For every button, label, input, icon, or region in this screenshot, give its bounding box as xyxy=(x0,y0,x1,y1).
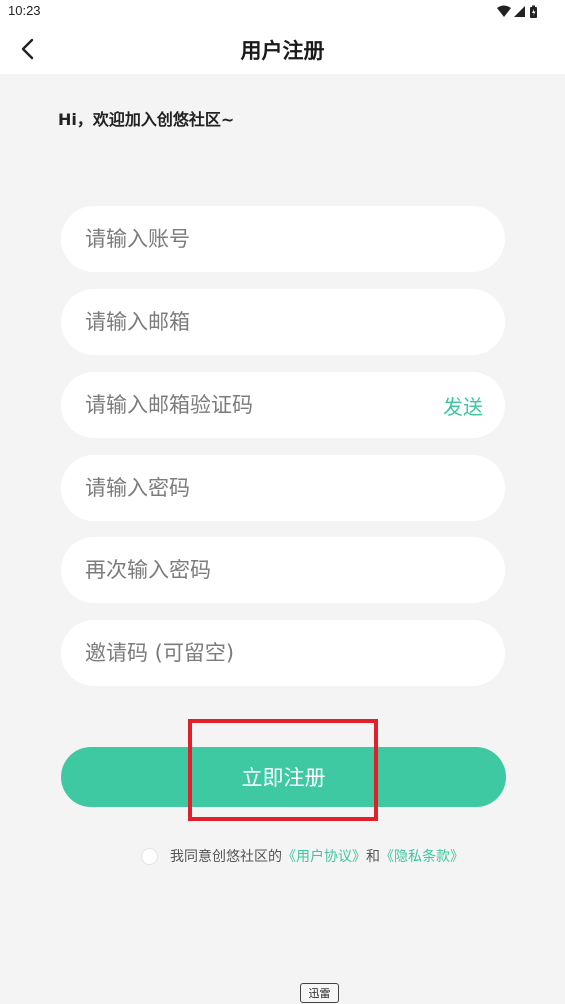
agreement-row: 我同意创悠社区的 《用户协议》 和 《隐私条款》 xyxy=(141,845,464,867)
status-time: 10:23 xyxy=(8,3,41,18)
welcome-text: Hi，欢迎加入创悠社区~ xyxy=(58,110,235,129)
confirm-password-field xyxy=(61,537,505,603)
confirm-password-input[interactable] xyxy=(85,537,425,603)
status-icons xyxy=(497,5,541,19)
invite-code-field xyxy=(61,620,505,686)
register-button[interactable]: 立即注册 xyxy=(61,747,506,807)
agree-checkbox[interactable] xyxy=(141,847,158,865)
page-title: 用户注册 xyxy=(240,39,325,63)
app-header: 用户注册 xyxy=(0,24,565,74)
register-screen: 10:23 用户注册 Hi，欢迎加入创悠社区~ 请输入账号 请输入邮箱 请输入邮… xyxy=(0,0,565,1004)
account-field xyxy=(61,206,505,272)
invite-code-input[interactable] xyxy=(85,620,425,686)
account-input[interactable] xyxy=(85,206,425,272)
agreement-conjunction: 和 xyxy=(366,849,380,865)
password-field xyxy=(61,455,505,521)
agreement-prefix: 我同意创悠社区的 xyxy=(170,849,282,865)
battery-icon xyxy=(530,5,537,18)
wifi-icon xyxy=(497,5,511,17)
email-code-input[interactable] xyxy=(85,372,425,438)
send-code-button[interactable]: 发送 xyxy=(443,391,483,420)
email-field xyxy=(61,289,505,355)
password-input[interactable] xyxy=(85,455,425,521)
email-input[interactable] xyxy=(85,289,425,355)
user-agreement-link[interactable]: 《用户协议》 xyxy=(282,846,366,866)
privacy-policy-link[interactable]: 《隐私条款》 xyxy=(380,846,464,866)
status-bar: 10:23 xyxy=(0,0,565,24)
email-code-field: 发送 xyxy=(61,372,505,438)
bottom-tag: 迅雷 xyxy=(300,983,339,1003)
signal-icon xyxy=(514,6,525,17)
